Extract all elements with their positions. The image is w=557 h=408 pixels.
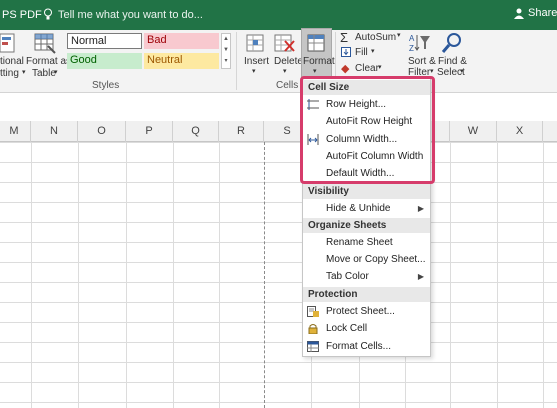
column-header[interactable]: Q: [173, 121, 219, 142]
chevron-down-icon: ▾: [54, 69, 58, 76]
sort-filter-icon[interactable]: A Z: [409, 32, 431, 54]
conditional-formatting-label-1[interactable]: tional: [0, 56, 24, 67]
styles-scroll[interactable]: ▲ ▼ ▾: [221, 33, 231, 69]
fill-icon: [341, 47, 351, 57]
gridline: [450, 142, 451, 408]
gridline: [126, 142, 127, 408]
fill-label[interactable]: Fill: [355, 47, 368, 58]
delete-label[interactable]: Delete: [274, 56, 303, 67]
format-cells-dialog-icon: [307, 341, 319, 352]
scroll-up-icon[interactable]: ▲: [222, 34, 230, 45]
styles-group-label: Styles: [92, 80, 120, 91]
find-select-icon[interactable]: [441, 32, 463, 54]
chevron-down-icon: ▾: [397, 32, 401, 39]
person-icon: [514, 8, 524, 19]
format-as-table-icon[interactable]: [34, 32, 56, 54]
style-neutral[interactable]: Neutral: [144, 53, 219, 69]
column-header[interactable]: O: [78, 121, 126, 142]
chevron-down-icon: ▾: [313, 68, 317, 75]
menu-item-tab-color[interactable]: Tab Color ▶: [303, 268, 430, 285]
chevron-down-icon: ▾: [430, 68, 434, 75]
ribbon: tional tting ▾ Format as Table ▾ Normal …: [0, 28, 557, 93]
format-label: Format: [303, 56, 335, 67]
column-header[interactable]: X: [497, 121, 543, 142]
chevron-down-icon: ▾: [283, 68, 287, 75]
conditional-formatting-label-2[interactable]: tting: [0, 68, 19, 79]
insert-label[interactable]: Insert: [244, 56, 269, 67]
eraser-icon: ◆: [341, 63, 350, 75]
rename-sheet-label: Rename Sheet: [326, 237, 393, 248]
protect-sheet-label: Protect Sheet...: [326, 306, 395, 317]
addin-label: PS PDF: [2, 9, 42, 21]
chevron-down-icon: ▾: [460, 68, 464, 75]
column-header[interactable]: P: [126, 121, 173, 142]
sort-filter-label-1[interactable]: Sort &: [408, 56, 436, 67]
conditional-formatting-icon: [0, 33, 15, 53]
column-header-row: M N O P Q R S T U V W X: [0, 121, 557, 142]
submenu-arrow-icon: ▶: [417, 204, 424, 213]
gallery-more-icon[interactable]: ▾: [222, 56, 230, 67]
chevron-down-icon: ▾: [252, 68, 256, 75]
cells-group-label: Cells: [276, 80, 299, 91]
clear-label[interactable]: Clear: [355, 63, 379, 74]
formula-bar-area: [0, 93, 557, 121]
format-as-table-label-1[interactable]: Format as: [26, 56, 71, 67]
worksheet-grid[interactable]: [0, 142, 557, 408]
gridline: [543, 142, 544, 408]
share-button[interactable]: Share: [514, 7, 557, 19]
chevron-down-icon: ▾: [378, 64, 382, 71]
style-normal[interactable]: Normal: [67, 33, 142, 49]
tell-me-search[interactable]: Tell me what you want to do...: [58, 9, 203, 21]
lightbulb-icon: [44, 8, 52, 20]
column-header[interactable]: N: [31, 121, 78, 142]
menu-section-visibility: Visibility: [303, 184, 430, 199]
gridline: [173, 142, 174, 408]
autosum-icon: Σ: [340, 30, 349, 45]
cell-size-highlight: [300, 76, 435, 184]
delete-cells-icon[interactable]: [274, 32, 296, 54]
format-cells-icon: [307, 34, 325, 52]
menu-item-hide-unhide[interactable]: Hide & Unhide ▶: [303, 200, 430, 217]
menu-item-move-copy[interactable]: Move or Copy Sheet...: [303, 251, 430, 268]
ribbon-separator: [236, 32, 237, 90]
menu-item-rename-sheet[interactable]: Rename Sheet: [303, 234, 430, 251]
find-select-label-1[interactable]: Find &: [438, 56, 467, 67]
lock-icon: [308, 324, 318, 334]
gridline: [78, 142, 79, 408]
style-bad[interactable]: Bad: [144, 33, 219, 49]
column-header[interactable]: W: [450, 121, 497, 142]
style-good[interactable]: Good: [67, 53, 142, 69]
format-cells-label: Format Cells...: [326, 341, 392, 352]
column-header[interactable]: M: [0, 121, 31, 142]
menu-item-protect-sheet[interactable]: Protect Sheet...: [303, 303, 430, 320]
move-copy-label: Move or Copy Sheet...: [326, 254, 426, 265]
lock-cell-label: Lock Cell: [326, 323, 368, 334]
menu-item-lock-cell[interactable]: Lock Cell: [303, 320, 430, 337]
format-as-table-label-2[interactable]: Table: [32, 68, 56, 79]
svg-text:Z: Z: [409, 44, 414, 53]
gridline: [497, 142, 498, 408]
gridline: [31, 142, 32, 408]
chevron-down-icon: ▾: [22, 69, 26, 76]
scroll-down-icon[interactable]: ▼: [222, 45, 230, 56]
svg-text:A: A: [409, 34, 415, 43]
menu-section-protection: Protection: [303, 287, 430, 302]
chevron-down-icon: ▾: [371, 48, 375, 55]
gridline: [219, 142, 220, 408]
page-break-line: [264, 142, 265, 408]
menu-item-format-cells[interactable]: Format Cells...: [303, 338, 430, 355]
submenu-arrow-icon: ▶: [417, 272, 424, 281]
protect-sheet-icon: [307, 306, 319, 317]
hide-unhide-label: Hide & Unhide: [326, 203, 391, 214]
autosum-label[interactable]: AutoSum: [355, 32, 396, 43]
column-header[interactable]: R: [219, 121, 264, 142]
title-bar: PS PDF Tell me what you want to do... Sh…: [0, 0, 557, 30]
tab-color-label: Tab Color: [326, 271, 369, 282]
insert-cells-icon[interactable]: [246, 32, 266, 54]
share-label: Share: [528, 7, 557, 19]
menu-section-organize: Organize Sheets: [303, 218, 430, 233]
